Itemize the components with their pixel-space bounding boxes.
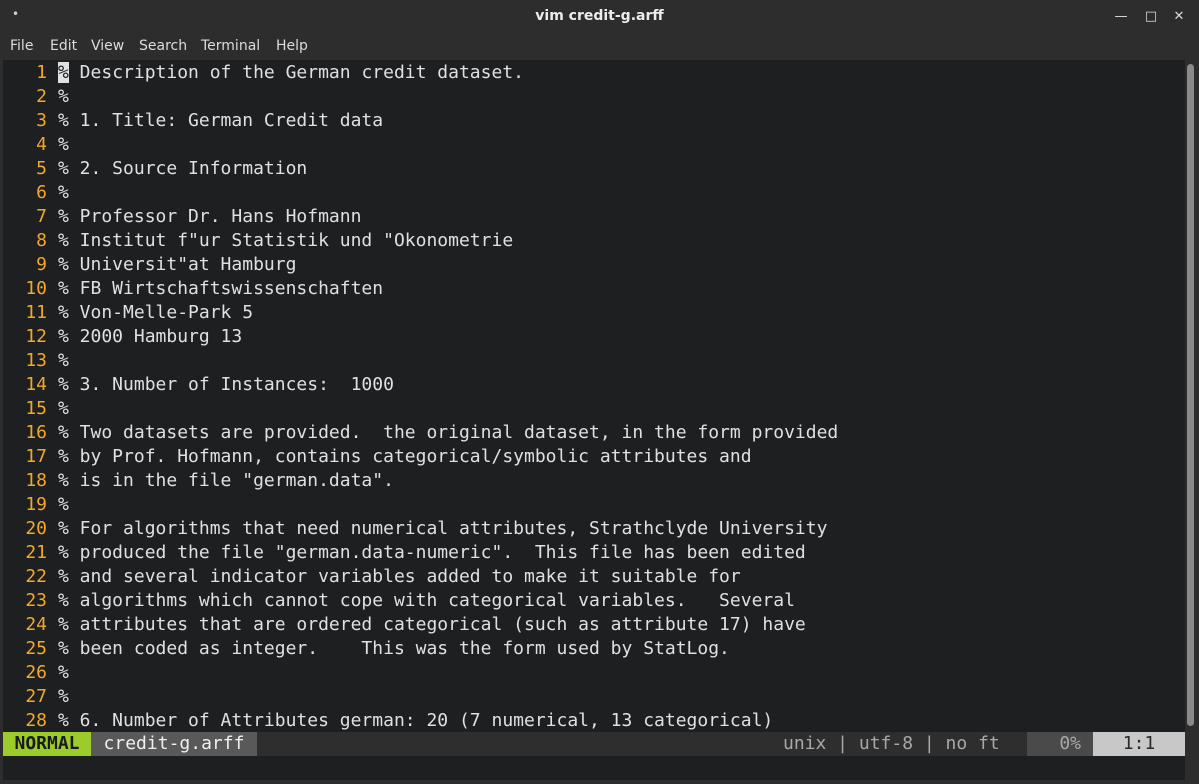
status-percent: 0% bbox=[1027, 732, 1093, 756]
line-number: 19 bbox=[25, 494, 47, 515]
line-text: % been coded as integer. This was the fo… bbox=[58, 638, 730, 659]
line-text: % bbox=[58, 134, 69, 155]
line-number: 27 bbox=[25, 686, 47, 707]
scrollbar[interactable] bbox=[1185, 60, 1196, 734]
line-number: 13 bbox=[25, 350, 47, 371]
line-number: 10 bbox=[25, 278, 47, 299]
line-number: 9 bbox=[36, 254, 47, 275]
status-percent-text: 0% bbox=[1059, 733, 1081, 754]
line-text: % 2000 Hamburg 13 bbox=[58, 326, 243, 347]
terminal-view[interactable]: 1% Description of the German credit data… bbox=[3, 60, 1185, 780]
minimize-icon[interactable]: — bbox=[1111, 7, 1131, 27]
line-number: 11 bbox=[25, 302, 47, 323]
line-text: % bbox=[58, 398, 69, 419]
status-filename: credit-g.arff bbox=[91, 732, 257, 756]
line-number: 6 bbox=[36, 182, 47, 203]
status-fileinfo: unix | utf-8 | no ft bbox=[783, 733, 1000, 754]
line-number: 24 bbox=[25, 614, 47, 635]
line-number: 5 bbox=[36, 158, 47, 179]
line-text-rest: Description of the German credit dataset… bbox=[68, 62, 524, 83]
scrollbar-thumb[interactable] bbox=[1187, 64, 1194, 726]
line-number: 17 bbox=[25, 446, 47, 467]
status-line: NORMAL credit-g.arff unix | utf-8 | no f… bbox=[3, 732, 1185, 756]
line-number: 1 bbox=[36, 62, 47, 83]
line-number: 23 bbox=[25, 590, 47, 611]
menu-edit[interactable]: Edit bbox=[50, 38, 77, 54]
line-text: % bbox=[58, 86, 69, 107]
line-text: % bbox=[58, 662, 69, 683]
text-cursor: % bbox=[58, 62, 69, 83]
line-text: % produced the file "german.data-numeric… bbox=[58, 542, 806, 563]
line-number: 21 bbox=[25, 542, 47, 563]
line-number: 7 bbox=[36, 206, 47, 227]
close-icon[interactable]: ✕ bbox=[1169, 7, 1189, 27]
line-text: % Two datasets are provided. the origina… bbox=[58, 422, 839, 443]
line-number: 2 bbox=[36, 86, 47, 107]
line-number: 18 bbox=[25, 470, 47, 491]
line-number: 22 bbox=[25, 566, 47, 587]
line-number: 14 bbox=[25, 374, 47, 395]
line-text: % For algorithms that need numerical att… bbox=[58, 518, 828, 539]
line-text: % algorithms which cannot cope with cate… bbox=[58, 590, 795, 611]
line-number: 20 bbox=[25, 518, 47, 539]
line-number: 3 bbox=[36, 110, 47, 131]
line-text: % by Prof. Hofmann, contains categorical… bbox=[58, 446, 752, 467]
title-bar: • vim credit-g.arff — □ ✕ bbox=[0, 0, 1199, 34]
mode-indicator: NORMAL bbox=[3, 732, 91, 756]
line-text: % is in the file "german.data". bbox=[58, 470, 394, 491]
line-text: % 6. Number of Attributes german: 20 (7 … bbox=[58, 710, 774, 731]
line-number: 12 bbox=[25, 326, 47, 347]
line-text: % 1. Title: German Credit data bbox=[58, 110, 384, 131]
menu-view[interactable]: View bbox=[91, 38, 124, 54]
menu-bar: File Edit View Search Terminal Help bbox=[0, 34, 1199, 60]
line-text: % bbox=[58, 686, 69, 707]
line-text: % bbox=[58, 494, 69, 515]
line-text: % bbox=[58, 350, 69, 371]
line-number: 8 bbox=[36, 230, 47, 251]
menu-terminal[interactable]: Terminal bbox=[201, 38, 260, 54]
line-text: % Von-Melle-Park 5 bbox=[58, 302, 254, 323]
line-text: % Professor Dr. Hans Hofmann bbox=[58, 206, 362, 227]
line-text: % 2. Source Information bbox=[58, 158, 308, 179]
line-number: 25 bbox=[25, 638, 47, 659]
line-text: % FB Wirtschaftswissenschaften bbox=[58, 278, 384, 299]
line-text: % Institut f"ur Statistik und "Okonometr… bbox=[58, 230, 514, 251]
line-number: 16 bbox=[25, 422, 47, 443]
maximize-icon[interactable]: □ bbox=[1141, 7, 1161, 27]
menu-file[interactable]: File bbox=[10, 38, 33, 54]
window-title: vim credit-g.arff bbox=[535, 8, 664, 24]
line-text: % Description of the German credit datas… bbox=[58, 61, 524, 85]
line-number: 26 bbox=[25, 662, 47, 683]
line-text: % and several indicator variables added … bbox=[58, 566, 741, 587]
menu-search[interactable]: Search bbox=[139, 38, 187, 54]
line-number: 28 bbox=[25, 710, 47, 731]
menu-help[interactable]: Help bbox=[276, 38, 308, 54]
line-number: 15 bbox=[25, 398, 47, 419]
line-number: 4 bbox=[36, 134, 47, 155]
terminal-window: • vim credit-g.arff — □ ✕ File Edit View… bbox=[0, 0, 1199, 784]
status-cursor-position: 1:1 bbox=[1093, 732, 1185, 756]
line-text: % attributes that are ordered categorica… bbox=[58, 614, 806, 635]
line-text: % Universit"at Hamburg bbox=[58, 254, 297, 275]
line-text: % 3. Number of Instances: 1000 bbox=[58, 374, 394, 395]
line-text: % bbox=[58, 182, 69, 203]
